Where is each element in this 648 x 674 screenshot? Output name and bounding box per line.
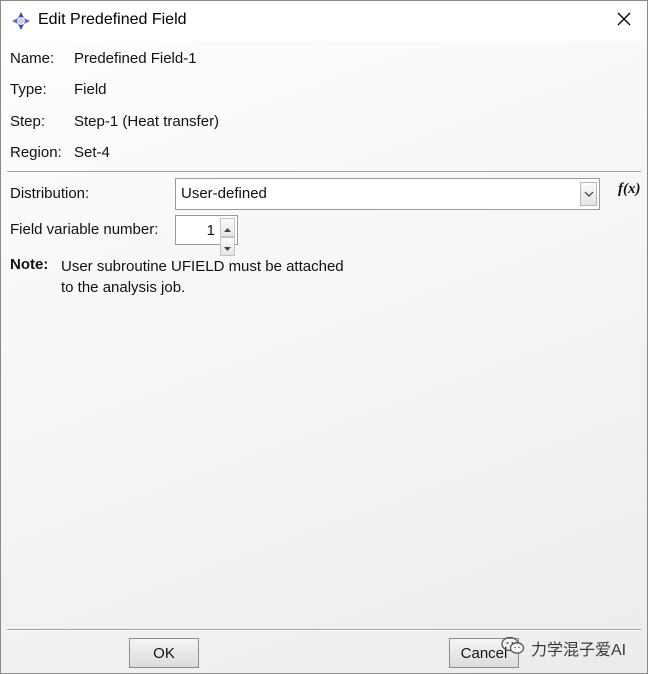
close-button[interactable] [601,1,647,41]
type-label: Type: [10,81,47,98]
name-label: Name: [10,50,55,67]
footer-separator [7,629,641,631]
watermark-text: 力学混子爱AI [531,642,627,659]
abaqus-compass-icon [11,11,31,31]
chevron-down-icon[interactable] [580,182,597,206]
distribution-select[interactable]: User-defined [175,178,600,210]
step-label: Step: [10,113,46,130]
watermark: 力学混子爱AI [501,636,627,661]
field-variable-label: Field variable number: [10,221,159,238]
wechat-icon [501,636,525,661]
ok-button[interactable]: OK [129,638,199,668]
region-label: Region: [10,144,62,161]
note-line-2: to the analysis job. [61,279,186,296]
note-line-1: User subroutine UFIELD must be attached [61,258,344,275]
spin-down-button[interactable] [220,237,235,256]
caret-down-icon [224,238,231,255]
edit-predefined-field-dialog: Edit Predefined Field Name: Predefined F… [0,0,648,674]
distribution-selected-value: User-defined [181,185,267,202]
field-variable-value[interactable]: 1 [207,222,215,239]
window-title: Edit Predefined Field [38,11,187,28]
name-value: Predefined Field-1 [74,50,197,67]
spin-up-button[interactable] [220,218,235,237]
step-value: Step-1 (Heat transfer) [74,113,220,130]
title-bar[interactable]: Edit Predefined Field [1,1,647,41]
close-icon [617,12,631,30]
type-value: Field [74,81,107,98]
note-text: User subroutine UFIELD must be attached … [61,256,421,298]
region-value: Set-4 [74,144,110,161]
field-variable-spinbox[interactable]: 1 [175,215,238,256]
distribution-label: Distribution: [10,185,90,202]
note-label: Note: [10,256,49,273]
caret-up-icon [224,219,231,236]
function-fx-button[interactable]: f(x) [618,181,641,198]
separator [7,171,641,173]
